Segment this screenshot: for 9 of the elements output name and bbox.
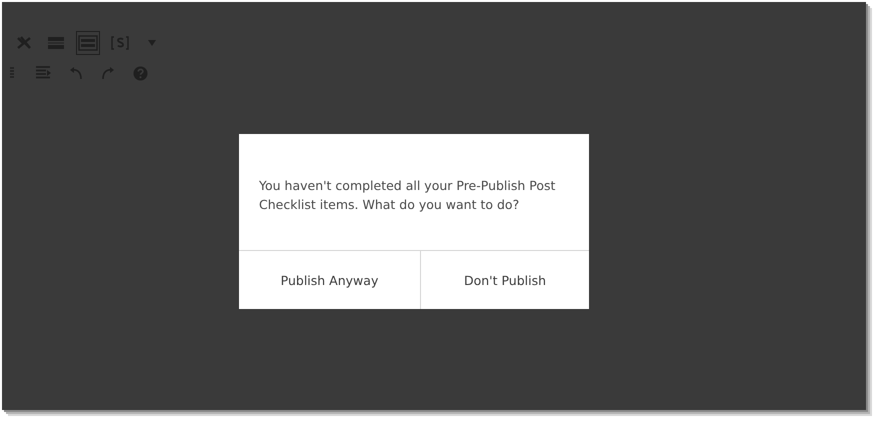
indent-icon	[35, 66, 53, 80]
redo-icon	[100, 65, 116, 81]
help-icon	[132, 66, 148, 80]
undo-icon	[68, 65, 84, 81]
page-break-icon	[47, 36, 65, 50]
shortcode-icon	[110, 35, 130, 51]
keyboard-icon	[78, 35, 98, 51]
caret-icon	[147, 39, 157, 47]
dialog-message: You haven't completed all your Pre-Publish Post Checklist items. What do you want to do?	[258, 177, 556, 214]
